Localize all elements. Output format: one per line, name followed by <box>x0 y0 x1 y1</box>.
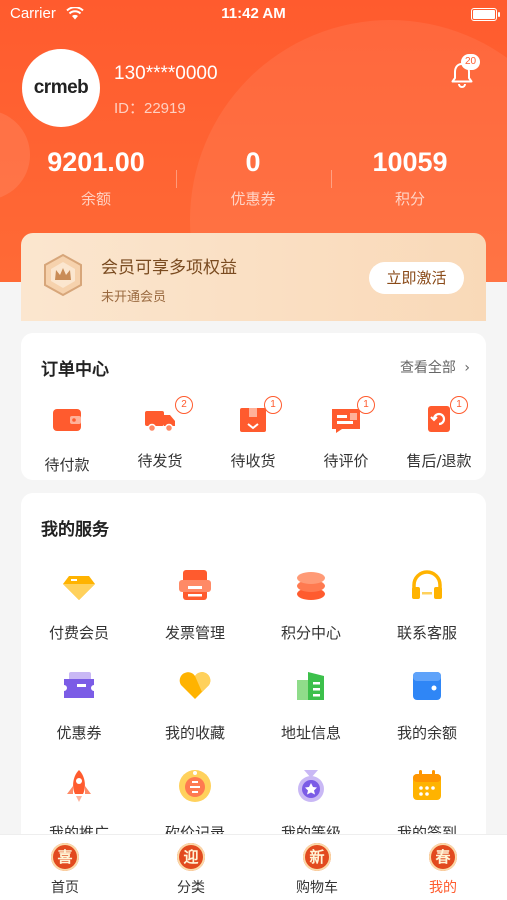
tab-label: 分类 <box>177 880 205 896</box>
crown-icon <box>44 253 82 297</box>
vip-title: 会员可享多项权益 <box>101 258 237 278</box>
order-label: 待评价 <box>323 452 369 470</box>
avatar[interactable]: crmeb <box>22 49 100 127</box>
service-favorites[interactable]: 我的收藏 <box>140 666 250 743</box>
tab-mine[interactable]: 春 我的 <box>380 843 506 897</box>
service-promotion[interactable]: 我的推广 <box>24 766 134 843</box>
order-pending-payment[interactable]: 待付款 <box>27 398 107 475</box>
service-label: 积分中心 <box>280 624 341 642</box>
battery-icon <box>471 8 500 21</box>
order-badge: 1 <box>450 396 468 414</box>
service-paid-membership[interactable]: 付费会员 <box>24 566 134 643</box>
status-bar: Carrier 11:42 AM <box>0 0 507 28</box>
tab-cart[interactable]: 新 购物车 <box>254 843 380 897</box>
service-label: 我的余额 <box>396 724 457 742</box>
vip-subtitle: 未开通会员 <box>101 290 167 305</box>
view-all-label: 查看全部 <box>399 360 456 376</box>
tab-label: 我的 <box>429 880 457 896</box>
tab-category[interactable]: 迎 分类 <box>128 843 254 897</box>
tab-home[interactable]: 喜 首页 <box>2 843 128 897</box>
service-invoice[interactable]: 发票管理 <box>140 566 250 643</box>
order-center-title: 订单中心 <box>41 360 109 380</box>
home-tab-icon: 喜 <box>51 843 79 871</box>
stat-coupons[interactable]: 0 优惠券 <box>173 147 333 209</box>
service-check-in[interactable]: 我的签到 <box>372 766 482 843</box>
avatar-logo-text: crmeb <box>33 77 89 98</box>
order-pending-receipt[interactable]: 1 待收货 <box>213 396 293 471</box>
order-center-card: 订单中心 查看全部 › 待付款 2 待发货 1 待收货 1 待评价 1 售后/退… <box>21 333 486 480</box>
order-pending-shipment[interactable]: 2 待发货 <box>120 396 200 471</box>
order-after-sales[interactable]: 1 售后/退款 <box>399 396 479 471</box>
my-services-card: 我的服务 付费会员 发票管理 积分中心 联系客服 优惠券 我的收藏 地址信息 我… <box>21 493 486 853</box>
notification-badge: 20 <box>461 54 480 70</box>
stat-balance[interactable]: 9201.00 余额 <box>16 147 176 209</box>
wallet-icon <box>53 409 81 431</box>
service-balance[interactable]: 我的余额 <box>372 666 482 743</box>
category-tab-icon: 迎 <box>177 843 205 871</box>
service-customer-support[interactable]: 联系客服 <box>372 566 482 643</box>
stat-value: 10059 <box>372 147 448 177</box>
view-all-orders-link[interactable]: 查看全部 › <box>400 357 470 377</box>
vip-banner: 会员可享多项权益 未开通会员 立即激活 <box>21 233 486 321</box>
service-label: 发票管理 <box>164 624 225 642</box>
order-pending-review[interactable]: 1 待评价 <box>306 396 386 471</box>
diamond-icon <box>63 576 95 600</box>
bottom-tab-bar: 喜 首页 迎 分类 新 购物车 春 我的 <box>0 834 507 900</box>
stat-label: 积分 <box>394 190 425 208</box>
stat-label: 优惠券 <box>230 190 276 208</box>
tab-label: 购物车 <box>296 880 338 896</box>
invoice-icon <box>179 570 211 600</box>
service-label: 地址信息 <box>280 724 341 742</box>
chevron-right-icon: › <box>464 360 470 376</box>
service-bargain-records[interactable]: 砍价记录 <box>140 766 250 843</box>
order-badge: 1 <box>264 396 282 414</box>
service-label: 我的收藏 <box>164 724 225 742</box>
balance-wallet-icon <box>413 672 441 700</box>
activate-vip-button[interactable]: 立即激活 <box>369 262 464 294</box>
order-label: 待收货 <box>230 452 276 470</box>
service-coupons[interactable]: 优惠券 <box>24 666 134 743</box>
user-phone: 130****0000 <box>114 63 218 84</box>
service-label: 优惠券 <box>56 724 102 742</box>
stat-value: 9201.00 <box>47 147 145 177</box>
order-label: 待付款 <box>44 456 90 474</box>
service-my-level[interactable]: 我的等级 <box>256 766 366 843</box>
heart-icon <box>179 672 211 699</box>
service-label: 联系客服 <box>396 624 457 642</box>
service-points-center[interactable]: 积分中心 <box>256 566 366 643</box>
stat-label: 余额 <box>80 190 111 208</box>
stat-value: 0 <box>245 147 261 177</box>
order-badge: 2 <box>175 396 193 414</box>
tab-label: 首页 <box>51 880 79 896</box>
headset-icon <box>412 570 442 599</box>
address-icon <box>297 672 324 700</box>
order-label: 待发货 <box>137 452 183 470</box>
points-stack-icon <box>297 572 325 600</box>
user-id: ID：22919 <box>114 100 186 117</box>
mine-tab-icon: 春 <box>429 843 457 871</box>
service-label: 付费会员 <box>48 624 109 642</box>
level-medal-icon <box>298 770 324 802</box>
order-badge: 1 <box>357 396 375 414</box>
delivery-truck-icon <box>145 411 175 433</box>
coupon-icon <box>64 672 94 698</box>
order-label: 售后/退款 <box>406 452 472 470</box>
calendar-icon <box>413 770 441 800</box>
status-time: 11:42 AM <box>221 5 286 22</box>
service-address[interactable]: 地址信息 <box>256 666 366 743</box>
cart-tab-icon: 新 <box>303 843 331 871</box>
services-title: 我的服务 <box>41 520 109 540</box>
rocket-icon <box>67 770 91 802</box>
bargain-tag-icon <box>179 770 211 802</box>
stat-points[interactable]: 10059 积分 <box>330 147 490 209</box>
